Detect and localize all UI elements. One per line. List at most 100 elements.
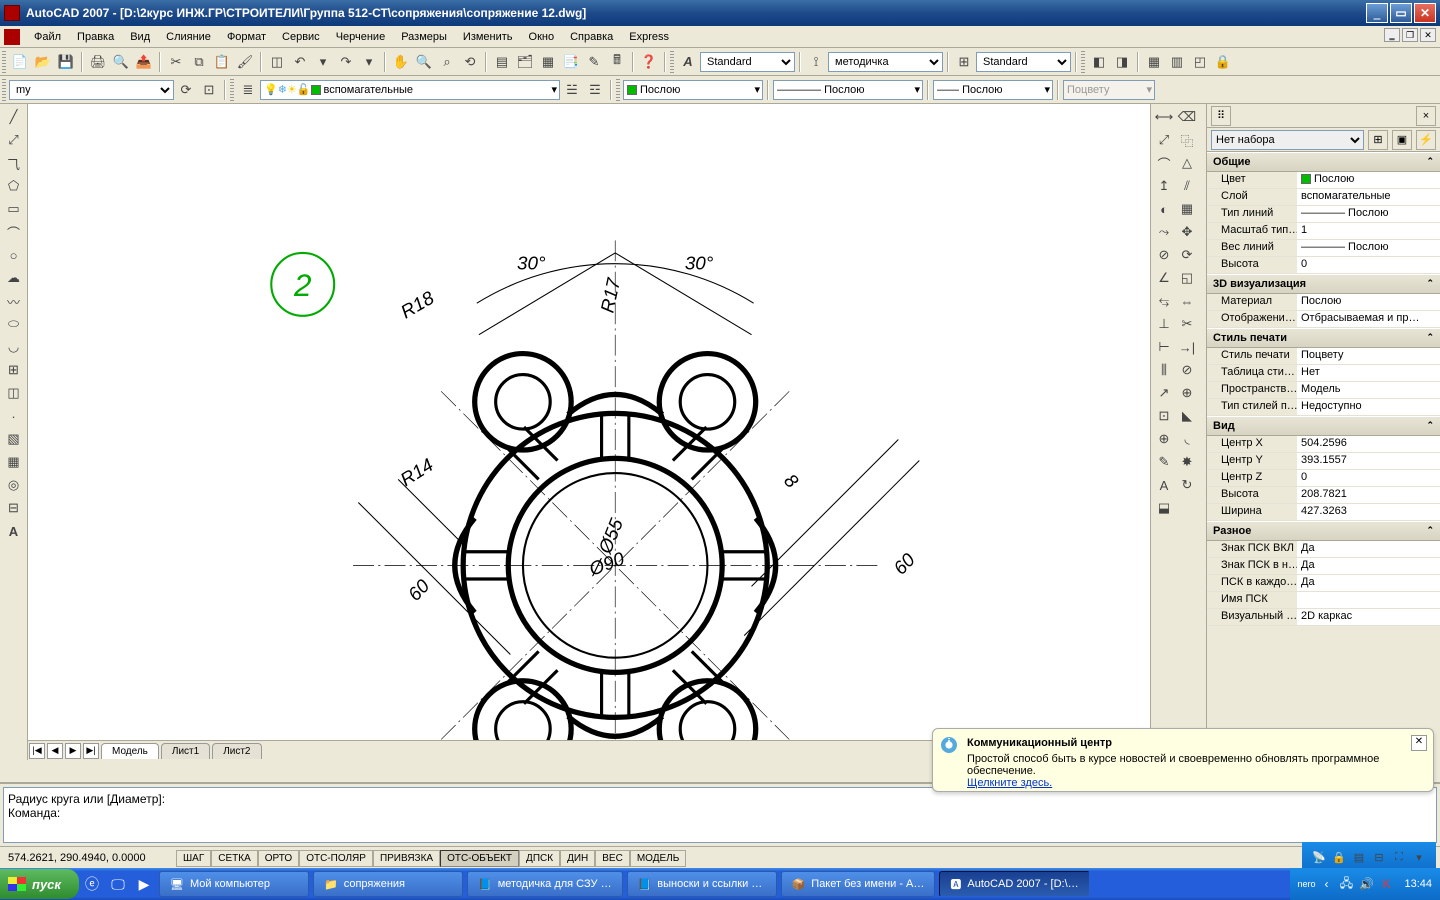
array-icon[interactable]: ▦ [1176,198,1198,220]
taskbar-app-button[interactable]: 📦Пакет без имени - A… [781,871,936,897]
tray-av-icon[interactable]: K [1378,876,1394,892]
status-toggle-отс-поляр[interactable]: ОТС-ПОЛЯР [299,850,373,867]
props-category-plot[interactable]: Стиль печати⌃ [1207,328,1440,348]
point-icon[interactable]: · [3,405,25,427]
dimstyle-icon[interactable]: ⟟ [805,51,827,73]
tab-model[interactable]: Модель [101,743,159,759]
tab-first-icon[interactable]: |◀ [29,743,45,759]
dim-update-icon[interactable]: ⟳ [175,79,197,101]
new-icon[interactable]: 📄 [9,51,31,73]
polyline-icon[interactable]: ⺄ [3,152,25,174]
menu-draw[interactable]: Черчение [328,29,394,45]
dim-ordinate-icon[interactable]: ↥ [1153,175,1175,197]
layer-combo[interactable]: 💡❄☀🔓 вспомагательные ▾ [260,80,560,100]
ws-icon-2[interactable]: ◨ [1111,51,1133,73]
undo-icon[interactable]: ↶ [289,51,311,73]
quick-dim-icon[interactable]: ⥃ [1153,290,1175,312]
quickcalc-icon[interactable]: 🖩 [606,51,628,73]
toolbar-grip[interactable] [616,79,620,101]
plot-preview-icon[interactable]: 🔍 [110,51,132,73]
color-combo[interactable]: Послою▾ [623,80,763,100]
prop-row[interactable]: Центр Y393.1557 [1207,453,1440,470]
mtext-icon[interactable]: A [3,520,25,542]
menu-help[interactable]: Справка [562,29,621,45]
dim-edit-icon[interactable]: ✎ [1153,451,1175,473]
break-icon[interactable]: ⊘ [1176,359,1198,381]
select-objects-icon[interactable]: ▣ [1392,130,1412,150]
dim-space-icon[interactable]: ⫼ [1153,359,1175,381]
prop-row[interactable]: Слойвспомагательные [1207,189,1440,206]
design-center-icon[interactable]: 🗂 [514,51,536,73]
prop-row[interactable]: Имя ПСК [1207,592,1440,609]
ws-icon-5[interactable]: ◰ [1189,51,1211,73]
toolbar-grip[interactable] [2,79,6,101]
circle-icon[interactable]: ○ [3,244,25,266]
mirror-icon[interactable]: △ [1176,152,1198,174]
prop-row[interactable]: Визуальный …2D каркас [1207,609,1440,626]
tool-palettes-icon[interactable]: ▦ [537,51,559,73]
dim-diameter-icon[interactable]: ⊘ [1153,244,1175,266]
cut-icon[interactable]: ✂ [165,51,187,73]
ws-icon-4[interactable]: ▥ [1166,51,1188,73]
dim-radius-icon[interactable]: ◐ [1153,198,1175,220]
extend-icon[interactable]: →| [1176,336,1198,358]
dim-linear-icon[interactable]: ⟷ [1153,106,1175,128]
dim-override-icon[interactable]: ⊡ [198,79,220,101]
table-style-combo[interactable]: Standard [976,52,1071,72]
prop-row[interactable]: Знак ПСК в н…Да [1207,558,1440,575]
prop-row[interactable]: Отображени…Отбрасываемая и пр… [1207,311,1440,328]
props-category-misc[interactable]: Разное⌃ [1207,521,1440,541]
pan-icon[interactable]: ✋ [390,51,412,73]
prop-row[interactable]: Центр Z0 [1207,470,1440,487]
props-category-general[interactable]: Общие⌃ [1207,152,1440,172]
layer-prev-icon[interactable]: ☱ [561,79,583,101]
props-category-viz3d[interactable]: 3D визуализация⌃ [1207,274,1440,294]
rectangle-icon[interactable]: ▭ [3,198,25,220]
redo-icon[interactable]: ↷ [335,51,357,73]
dim-font-combo[interactable]: методичка [828,52,943,72]
prop-row[interactable]: Высота208.7821 [1207,487,1440,504]
text-style-combo[interactable]: Standard [700,52,795,72]
tab-last-icon[interactable]: ▶| [83,743,99,759]
menu-tools[interactable]: Сервис [274,29,328,45]
status-toggle-дин[interactable]: ДИН [560,850,595,867]
tray-expand-icon[interactable]: ‹ [1318,876,1334,892]
sheet-set-icon[interactable]: 📑 [560,51,582,73]
prop-row[interactable]: Тип линий———— Послою [1207,206,1440,223]
command-prompt[interactable]: Команда: [8,806,1432,820]
quicklaunch-desktop-icon[interactable]: 🖵 [107,873,129,895]
center-mark-icon[interactable]: ⊕ [1153,428,1175,450]
status-toggle-сетка[interactable]: СЕТКА [211,850,258,867]
ellipse-icon[interactable]: ⬭ [3,313,25,335]
menu-modify[interactable]: Изменить [455,29,521,45]
chamfer-icon[interactable]: ◣ [1176,405,1198,427]
dim-arc-icon[interactable]: ⌒ [1153,152,1175,174]
props-close-icon[interactable]: × [1416,106,1436,126]
save-icon[interactable]: 💾 [55,51,77,73]
rotate-icon[interactable]: ⟳ [1176,244,1198,266]
tray-network-icon[interactable]: 🖧 [1338,876,1354,892]
properties-icon[interactable]: ▤ [491,51,513,73]
trim-icon[interactable]: ✂ [1176,313,1198,335]
join-icon[interactable]: ⊕ [1176,382,1198,404]
status-tray-icon-2[interactable]: ⊟ [1370,849,1388,867]
scale-icon[interactable]: ◱ [1176,267,1198,289]
spline-icon[interactable]: 〰 [3,290,25,312]
polygon-icon[interactable]: ⬠ [3,175,25,197]
toolbar-grip[interactable] [1081,51,1085,73]
prop-row[interactable]: Вес линий———— Послою [1207,240,1440,257]
tray-nero-icon[interactable]: nero [1298,876,1314,892]
prop-row[interactable]: Стиль печатиПоцвету [1207,348,1440,365]
quick-select-icon[interactable]: ⊞ [1368,130,1388,150]
help-icon[interactable]: ❓ [638,51,660,73]
tab-layout1[interactable]: Лист1 [161,743,210,759]
dimstyle-dd-icon[interactable]: ⬓ [1153,497,1175,519]
taskbar-app-button[interactable]: 🅰AutoCAD 2007 - [D:\… [939,871,1089,897]
start-button[interactable]: пуск [0,869,79,899]
layer-states-icon[interactable]: ☲ [584,79,606,101]
prop-row[interactable]: ПСК в каждо…Да [1207,575,1440,592]
leader-icon[interactable]: ↗ [1153,382,1175,404]
prop-row[interactable]: Высота0 [1207,257,1440,274]
taskbar-app-button[interactable]: 🖥Мой компьютер [159,871,309,897]
tab-next-icon[interactable]: ▶ [65,743,81,759]
